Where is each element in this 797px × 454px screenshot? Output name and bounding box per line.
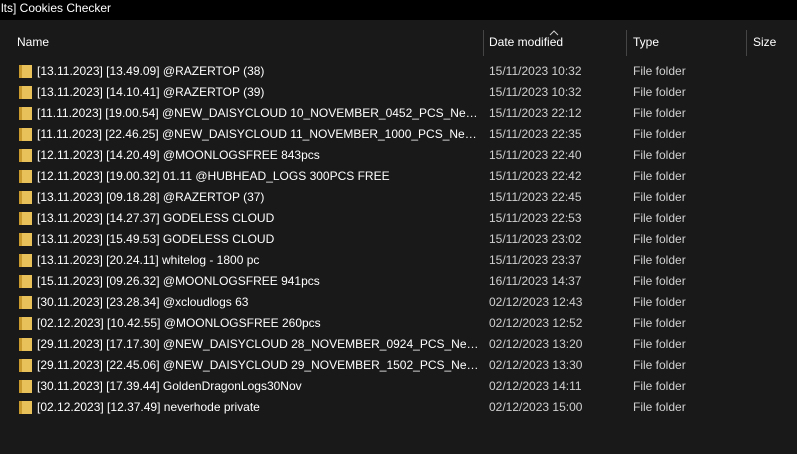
folder-icon (19, 191, 32, 204)
file-name: [11.11.2023] [19.00.54] @NEW_DAISYCLOUD … (37, 106, 479, 120)
file-row[interactable]: [13.11.2023] [14.27.37] GODELESS CLOUD 15… (0, 208, 797, 229)
file-date-modified: 02/12/2023 15:00 (489, 400, 583, 414)
file-type: File folder (633, 64, 686, 78)
file-name: [11.11.2023] [22.46.25] @NEW_DAISYCLOUD … (37, 127, 479, 141)
file-row[interactable]: [11.11.2023] [19.00.54] @NEW_DAISYCLOUD … (0, 103, 797, 124)
file-date-modified: 15/11/2023 22:42 (489, 169, 582, 183)
file-date-modified: 02/12/2023 14:11 (489, 379, 582, 393)
column-divider-name[interactable] (483, 30, 484, 56)
column-header-bar: Name Date modified Type Size (0, 20, 797, 62)
folder-icon (19, 170, 32, 183)
file-row[interactable]: [02.12.2023] [12.37.49] neverhode privat… (0, 397, 797, 418)
file-type: File folder (633, 190, 686, 204)
folder-icon (19, 380, 32, 393)
file-name: [13.11.2023] [14.27.37] GODELESS CLOUD (37, 211, 275, 225)
file-type: File folder (633, 274, 686, 288)
file-row[interactable]: [11.11.2023] [22.46.25] @NEW_DAISYCLOUD … (0, 124, 797, 145)
window-title: lts] Cookies Checker (0, 0, 797, 20)
file-row[interactable]: [13.11.2023] [13.49.09] @RAZERTOP (38) 15… (0, 61, 797, 82)
folder-icon (19, 338, 32, 351)
file-date-modified: 15/11/2023 22:45 (489, 190, 582, 204)
folder-icon (19, 149, 32, 162)
folder-icon (19, 65, 32, 78)
column-header-name[interactable]: Name (17, 20, 483, 62)
file-type: File folder (633, 400, 686, 414)
file-name: [02.12.2023] [10.42.55] @MOONLOGSFREE 26… (37, 316, 321, 330)
file-type: File folder (633, 379, 686, 393)
folder-icon (19, 254, 32, 267)
file-type: File folder (633, 253, 686, 267)
file-date-modified: 02/12/2023 13:20 (489, 337, 583, 351)
file-row[interactable]: [29.11.2023] [22.45.06] @NEW_DAISYCLOUD … (0, 355, 797, 376)
folder-icon (19, 275, 32, 288)
folder-icon (19, 317, 32, 330)
file-name: [12.11.2023] [19.00.32] 01.11 @HUBHEAD_L… (37, 169, 390, 183)
file-type: File folder (633, 148, 686, 162)
file-date-modified: 15/11/2023 22:35 (489, 127, 582, 141)
file-type: File folder (633, 106, 686, 120)
file-row[interactable]: [29.11.2023] [17.17.30] @NEW_DAISYCLOUD … (0, 334, 797, 355)
column-divider-date[interactable] (626, 30, 627, 56)
file-name: [12.11.2023] [14.20.49] @MOONLOGSFREE 84… (37, 148, 320, 162)
file-row[interactable]: [12.11.2023] [19.00.32] 01.11 @HUBHEAD_L… (0, 166, 797, 187)
folder-icon (19, 233, 32, 246)
file-type: File folder (633, 295, 686, 309)
column-header-type[interactable]: Type (627, 20, 746, 62)
file-row[interactable]: [13.11.2023] [09.18.28] @RAZERTOP (37) 15… (0, 187, 797, 208)
folder-icon (19, 296, 32, 309)
folder-icon (19, 212, 32, 225)
file-name: [13.11.2023] [13.49.09] @RAZERTOP (38) (37, 64, 265, 78)
file-list: [13.11.2023] [13.49.09] @RAZERTOP (38) 15… (0, 61, 797, 418)
file-date-modified: 16/11/2023 14:37 (489, 274, 582, 288)
file-date-modified: 15/11/2023 10:32 (489, 64, 582, 78)
file-date-modified: 02/12/2023 13:30 (489, 358, 583, 372)
file-row[interactable]: [02.12.2023] [10.42.55] @MOONLOGSFREE 26… (0, 313, 797, 334)
folder-icon (19, 359, 32, 372)
file-date-modified: 02/12/2023 12:43 (489, 295, 583, 309)
file-name: [30.11.2023] [17.39.44] GoldenDragonLogs… (37, 379, 302, 393)
file-name: [13.11.2023] [15.49.53] GODELESS CLOUD (37, 232, 275, 246)
file-name: [15.11.2023] [09.26.32] @MOONLOGSFREE 94… (37, 274, 320, 288)
file-date-modified: 15/11/2023 22:40 (489, 148, 582, 162)
file-name: [29.11.2023] [22.45.06] @NEW_DAISYCLOUD … (37, 358, 479, 372)
file-name: [13.11.2023] [20.24.11] whitelog - 1800 … (37, 253, 260, 267)
file-name: [13.11.2023] [14.10.41] @RAZERTOP (39) (37, 85, 265, 99)
file-type: File folder (633, 337, 686, 351)
folder-icon (19, 107, 32, 120)
column-header-date-modified[interactable]: Date modified (484, 20, 626, 62)
folder-icon (19, 86, 32, 99)
file-type: File folder (633, 316, 686, 330)
folder-icon (19, 401, 32, 414)
file-row[interactable]: [13.11.2023] [20.24.11] whitelog - 1800 … (0, 250, 797, 271)
file-date-modified: 15/11/2023 23:37 (489, 253, 582, 267)
file-type: File folder (633, 169, 686, 183)
file-name: [30.11.2023] [23.28.34] @xcloudlogs 63 (37, 295, 249, 309)
file-row[interactable]: [12.11.2023] [14.20.49] @MOONLOGSFREE 84… (0, 145, 797, 166)
file-name: [02.12.2023] [12.37.49] neverhode privat… (37, 400, 260, 414)
column-header-size[interactable]: Size (747, 20, 797, 62)
file-row[interactable]: [30.11.2023] [23.28.34] @xcloudlogs 63 02… (0, 292, 797, 313)
file-date-modified: 15/11/2023 23:02 (489, 232, 582, 246)
file-row[interactable]: [13.11.2023] [14.10.41] @RAZERTOP (39) 15… (0, 82, 797, 103)
file-type: File folder (633, 211, 686, 225)
file-type: File folder (633, 85, 686, 99)
file-name: [13.11.2023] [09.18.28] @RAZERTOP (37) (37, 190, 265, 204)
file-row[interactable]: [13.11.2023] [15.49.53] GODELESS CLOUD 15… (0, 229, 797, 250)
file-type: File folder (633, 358, 686, 372)
file-type: File folder (633, 232, 686, 246)
sort-ascending-icon (549, 30, 559, 36)
column-divider-type[interactable] (746, 30, 747, 56)
file-name: [29.11.2023] [17.17.30] @NEW_DAISYCLOUD … (37, 337, 479, 351)
file-type: File folder (633, 127, 686, 141)
file-date-modified: 15/11/2023 22:12 (489, 106, 582, 120)
file-date-modified: 02/12/2023 12:52 (489, 316, 583, 330)
file-row[interactable]: [30.11.2023] [17.39.44] GoldenDragonLogs… (0, 376, 797, 397)
file-date-modified: 15/11/2023 10:32 (489, 85, 582, 99)
file-row[interactable]: [15.11.2023] [09.26.32] @MOONLOGSFREE 94… (0, 271, 797, 292)
file-date-modified: 15/11/2023 22:53 (489, 211, 582, 225)
folder-icon (19, 128, 32, 141)
